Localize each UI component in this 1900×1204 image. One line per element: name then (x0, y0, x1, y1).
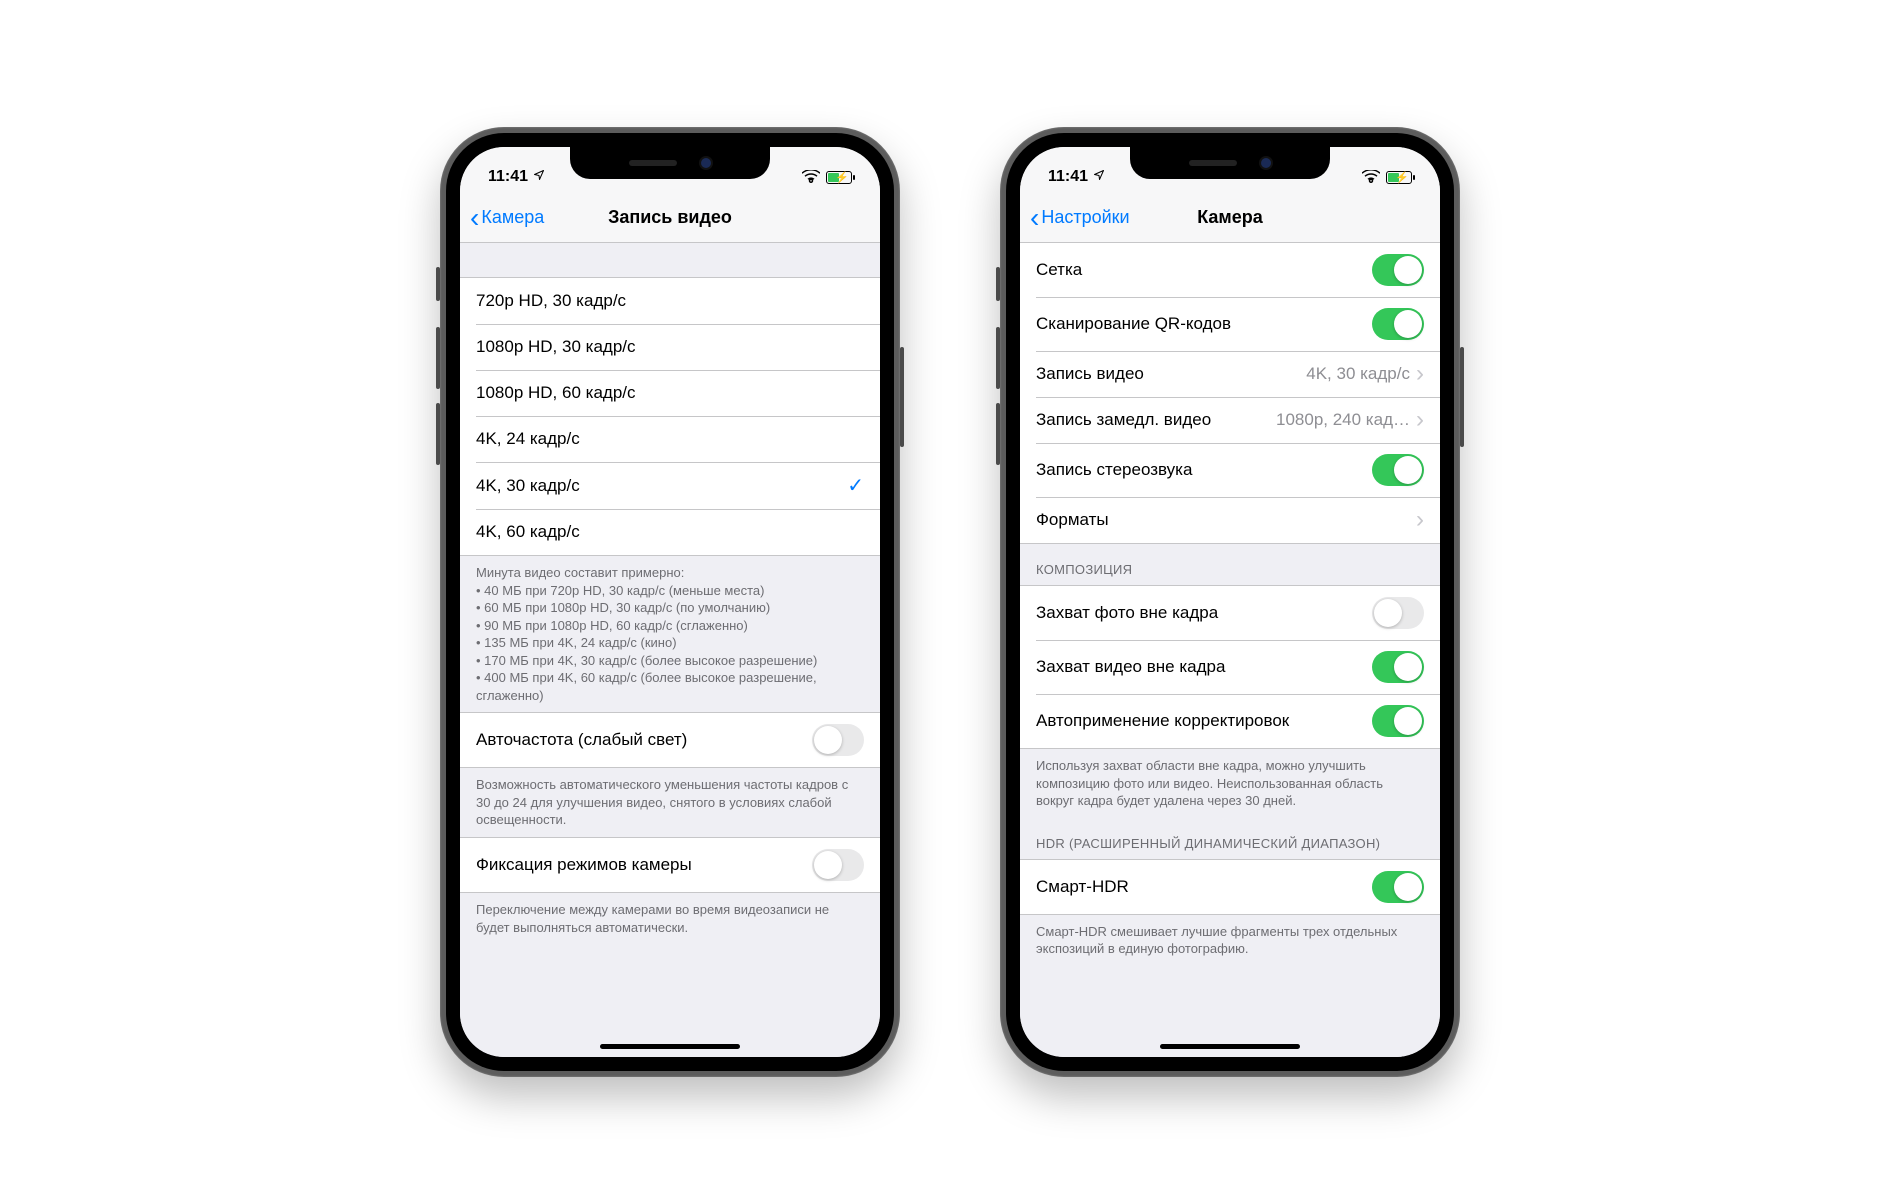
option-label: 1080p HD, 60 кадр/с (476, 383, 636, 403)
smart-hdr-row[interactable]: Смарт-HDR (1020, 860, 1440, 914)
grid-row[interactable]: Сетка (1020, 243, 1440, 297)
composition-header: КОМПОЗИЦИЯ (1020, 544, 1440, 585)
option-label: 4K, 30 кадр/с (476, 476, 580, 496)
back-button[interactable]: ‹ Настройки (1030, 204, 1130, 232)
formats-label: Форматы (1036, 510, 1109, 530)
battery-icon: ⚡ (1386, 171, 1412, 184)
record-slomo-value: 1080p, 240 кад… (1276, 410, 1410, 430)
phone-mockup-1: 11:41 ⚡ ‹ Камера Запись видео (440, 127, 900, 1077)
size-estimate-footer: Минута видео составит примерно: • 40 МБ … (460, 556, 880, 712)
composition-footer: Используя захват области вне кадра, можн… (1020, 749, 1440, 818)
option-label: 4K, 60 кадр/с (476, 522, 580, 542)
photo-outside-toggle[interactable] (1372, 597, 1424, 629)
record-slomo-row[interactable]: Запись замедл. видео 1080p, 240 кад… › (1020, 397, 1440, 443)
volume-up-button (996, 327, 1000, 389)
auto-fps-toggle[interactable] (812, 724, 864, 756)
auto-apply-label: Автоприменение корректировок (1036, 711, 1289, 731)
auto-fps-label: Авточастота (слабый свет) (476, 730, 687, 750)
nav-header: ‹ Настройки Камера (1020, 193, 1440, 243)
grid-label: Сетка (1036, 260, 1082, 280)
video-format-list: 720p HD, 30 кадр/с 1080p HD, 30 кадр/с 1… (460, 277, 880, 556)
smart-hdr-label: Смарт-HDR (1036, 877, 1129, 897)
video-outside-toggle[interactable] (1372, 651, 1424, 683)
video-option-720p-30[interactable]: 720p HD, 30 кадр/с (460, 278, 880, 324)
chevron-left-icon: ‹ (1030, 204, 1039, 232)
option-label: 720p HD, 30 кадр/с (476, 291, 626, 311)
location-icon (1093, 168, 1105, 186)
qr-row[interactable]: Сканирование QR-кодов (1020, 297, 1440, 351)
stereo-toggle[interactable] (1372, 454, 1424, 486)
video-outside-row[interactable]: Захват видео вне кадра (1020, 640, 1440, 694)
lock-camera-footer: Переключение между камерами во время вид… (460, 893, 880, 944)
notch (570, 147, 770, 179)
record-video-row[interactable]: Запись видео 4K, 30 кадр/с › (1020, 351, 1440, 397)
lock-camera-row[interactable]: Фиксация режимов камеры (460, 838, 880, 892)
silence-switch (996, 267, 1000, 301)
battery-icon: ⚡ (826, 171, 852, 184)
stereo-row[interactable]: Запись стереозвука (1020, 443, 1440, 497)
home-indicator[interactable] (1160, 1044, 1300, 1049)
record-video-label: Запись видео (1036, 364, 1144, 384)
location-icon (533, 168, 545, 186)
qr-label: Сканирование QR-кодов (1036, 314, 1231, 334)
silence-switch (436, 267, 440, 301)
hdr-footer: Смарт-HDR смешивает лучшие фрагменты тре… (1020, 915, 1440, 966)
volume-down-button (996, 403, 1000, 465)
option-label: 1080p HD, 30 кадр/с (476, 337, 636, 357)
video-option-4k-24[interactable]: 4K, 24 кадр/с (460, 416, 880, 462)
lock-camera-label: Фиксация режимов камеры (476, 855, 692, 875)
volume-up-button (436, 327, 440, 389)
video-option-1080p-30[interactable]: 1080p HD, 30 кадр/с (460, 324, 880, 370)
phone-mockup-2: 11:41 ⚡ ‹ Настройки Камера (1000, 127, 1460, 1077)
formats-row[interactable]: Форматы › (1020, 497, 1440, 543)
video-option-4k-60[interactable]: 4K, 60 кадр/с (460, 509, 880, 555)
wifi-icon (1362, 170, 1380, 184)
video-option-4k-30[interactable]: 4K, 30 кадр/с ✓ (460, 462, 880, 509)
power-button (1460, 347, 1464, 447)
status-time: 11:41 (1048, 168, 1088, 186)
back-label: Камера (481, 207, 544, 228)
chevron-left-icon: ‹ (470, 204, 479, 232)
lock-camera-toggle[interactable] (812, 849, 864, 881)
auto-apply-row[interactable]: Автоприменение корректировок (1020, 694, 1440, 748)
home-indicator[interactable] (600, 1044, 740, 1049)
chevron-right-icon: › (1416, 408, 1424, 432)
record-video-value: 4K, 30 кадр/с (1306, 364, 1410, 384)
nav-header: ‹ Камера Запись видео (460, 193, 880, 243)
notch (1130, 147, 1330, 179)
back-label: Настройки (1041, 207, 1129, 228)
auto-fps-footer: Возможность автоматического уменьшения ч… (460, 768, 880, 837)
chevron-right-icon: › (1416, 362, 1424, 386)
wifi-icon (802, 170, 820, 184)
record-slomo-label: Запись замедл. видео (1036, 410, 1211, 430)
auto-apply-toggle[interactable] (1372, 705, 1424, 737)
status-time: 11:41 (488, 168, 528, 186)
power-button (900, 347, 904, 447)
smart-hdr-toggle[interactable] (1372, 871, 1424, 903)
hdr-header: HDR (РАСШИРЕННЫЙ ДИНАМИЧЕСКИЙ ДИАПАЗОН) (1020, 818, 1440, 859)
option-label: 4K, 24 кадр/с (476, 429, 580, 449)
video-outside-label: Захват видео вне кадра (1036, 657, 1225, 677)
back-button[interactable]: ‹ Камера (470, 204, 544, 232)
photo-outside-row[interactable]: Захват фото вне кадра (1020, 586, 1440, 640)
auto-fps-row[interactable]: Авточастота (слабый свет) (460, 713, 880, 767)
video-option-1080p-60[interactable]: 1080p HD, 60 кадр/с (460, 370, 880, 416)
qr-toggle[interactable] (1372, 308, 1424, 340)
stereo-label: Запись стереозвука (1036, 460, 1192, 480)
chevron-right-icon: › (1416, 508, 1424, 532)
grid-toggle[interactable] (1372, 254, 1424, 286)
checkmark-icon: ✓ (847, 473, 864, 498)
photo-outside-label: Захват фото вне кадра (1036, 603, 1218, 623)
volume-down-button (436, 403, 440, 465)
